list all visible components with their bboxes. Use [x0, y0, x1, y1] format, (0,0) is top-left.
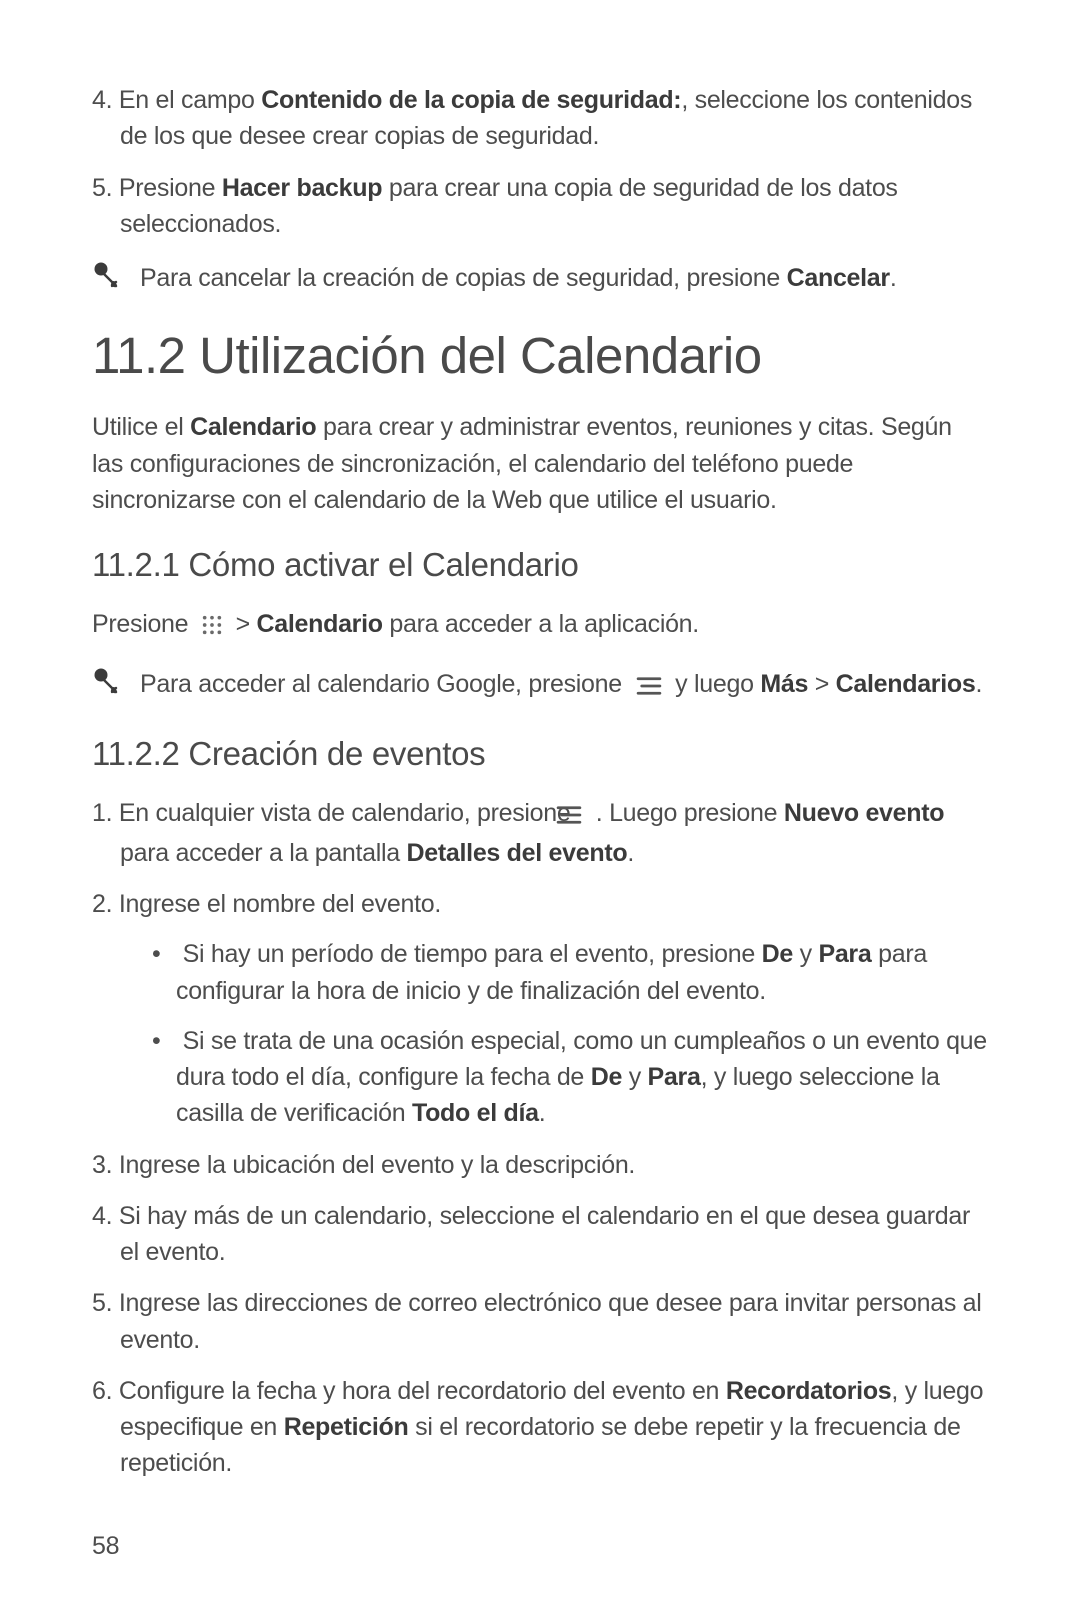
- bold-more: Más: [760, 670, 808, 698]
- text: Si hay más de un calendario, seleccione …: [119, 1202, 970, 1266]
- subsection-heading-11-2-2: 11.2.2 Creación de eventos: [92, 735, 988, 773]
- bold-reminders: Recordatorios: [726, 1377, 892, 1405]
- step-number: 3.: [92, 1151, 112, 1179]
- bold-calendar-app: Calendario: [257, 610, 383, 638]
- page-number: 58: [92, 1532, 119, 1561]
- text: Presione: [119, 174, 222, 202]
- event-step-5: 5. Ingrese las direcciones de correo ele…: [92, 1285, 988, 1358]
- text: Para acceder al calendario Google, presi…: [140, 670, 629, 698]
- intro-paragraph: Utilice el Calendario para crear y admin…: [92, 409, 988, 518]
- bold-field-name: Contenido de la copia de seguridad:: [261, 86, 681, 114]
- bold-calendars: Calendarios: [836, 670, 976, 698]
- text: Ingrese la ubicación del evento y la des…: [119, 1151, 635, 1179]
- event-step-2: 2. Ingrese el nombre del evento. Si hay …: [92, 886, 988, 1132]
- event-step-3: 3. Ingrese la ubicación del evento y la …: [92, 1147, 988, 1183]
- bold-to: Para: [648, 1063, 701, 1091]
- text: Ingrese las direcciones de correo electr…: [119, 1289, 982, 1353]
- bold-cancel: Cancelar: [787, 264, 890, 292]
- note-text: Para cancelar la creación de copias de s…: [140, 260, 988, 296]
- bold-from: De: [762, 940, 793, 968]
- note-google-calendar: Para acceder al calendario Google, presi…: [92, 666, 988, 706]
- note-text: Para acceder al calendario Google, presi…: [140, 666, 988, 706]
- step-5: 5. Presione Hacer backup para crear una …: [92, 170, 988, 243]
- text: para acceder a la pantalla: [120, 839, 407, 867]
- step-number: 6.: [92, 1377, 112, 1405]
- text: y luego: [675, 670, 760, 698]
- bullet-time-period: Si hay un período de tiempo para el even…: [152, 936, 988, 1009]
- note-cancel-backup: Para cancelar la creación de copias de s…: [92, 260, 988, 296]
- text: Utilice el: [92, 413, 190, 441]
- bold-new-event: Nuevo evento: [784, 799, 944, 827]
- app-grid-icon: [201, 610, 223, 646]
- text: para acceder a la aplicación.: [383, 610, 699, 638]
- step-number: 2.: [92, 890, 112, 918]
- text: y: [622, 1063, 648, 1091]
- menu-icon: [635, 670, 663, 706]
- document-page: 4. En el campo Contenido de la copia de …: [0, 0, 1080, 1617]
- text: En cualquier vista de calendario, presio…: [119, 799, 577, 827]
- note-icon: [92, 262, 120, 290]
- event-step-1: 1. En cualquier vista de calendario, pre…: [92, 795, 988, 872]
- subsection-heading-11-2-1: 11.2.1 Cómo activar el Calendario: [92, 546, 988, 584]
- section-heading-11-2: 11.2 Utilización del Calendario: [92, 326, 988, 385]
- open-calendar-instruction: Presione > Calendario para acceder a la …: [92, 606, 988, 646]
- event-step-4: 4. Si hay más de un calendario, seleccio…: [92, 1198, 988, 1271]
- bold-calendar: Calendario: [190, 413, 316, 441]
- step-number: 1.: [92, 799, 112, 827]
- step-number: 4.: [92, 1202, 112, 1230]
- bold-all-day: Todo el día: [412, 1099, 539, 1127]
- bullet-all-day: Si se trata de una ocasión especial, com…: [152, 1023, 988, 1132]
- text: Ingrese el nombre del evento.: [119, 890, 441, 918]
- bold-event-details: Detalles del evento: [407, 839, 628, 867]
- text: En el campo: [119, 86, 261, 114]
- text: .: [975, 670, 982, 698]
- bold-action: Hacer backup: [222, 174, 382, 202]
- text: .: [539, 1099, 546, 1127]
- bold-from: De: [591, 1063, 622, 1091]
- text: Para cancelar la creación de copias de s…: [140, 264, 787, 292]
- step-2-sub-bullets: Si hay un período de tiempo para el even…: [152, 936, 988, 1131]
- text: >: [236, 610, 257, 638]
- step-4: 4. En el campo Contenido de la copia de …: [92, 82, 988, 155]
- text: .: [627, 839, 634, 867]
- text: y: [793, 940, 819, 968]
- text: Presione: [92, 610, 195, 638]
- create-event-steps: 1. En cualquier vista de calendario, pre…: [92, 795, 988, 1482]
- step-list-continued: 4. En el campo Contenido de la copia de …: [92, 82, 988, 242]
- bold-to: Para: [818, 940, 871, 968]
- text: Si hay un período de tiempo para el even…: [183, 940, 762, 968]
- text: . Luego presione: [596, 799, 784, 827]
- event-step-6: 6. Configure la fecha y hora del recorda…: [92, 1373, 988, 1482]
- note-icon: [92, 668, 120, 696]
- text: .: [890, 264, 897, 292]
- step-number: 4.: [92, 86, 112, 114]
- text: Configure la fecha y hora del recordator…: [119, 1377, 726, 1405]
- step-number: 5.: [92, 174, 112, 202]
- bold-repeat: Repetición: [284, 1413, 409, 1441]
- text: >: [808, 670, 836, 698]
- step-number: 5.: [92, 1289, 112, 1317]
